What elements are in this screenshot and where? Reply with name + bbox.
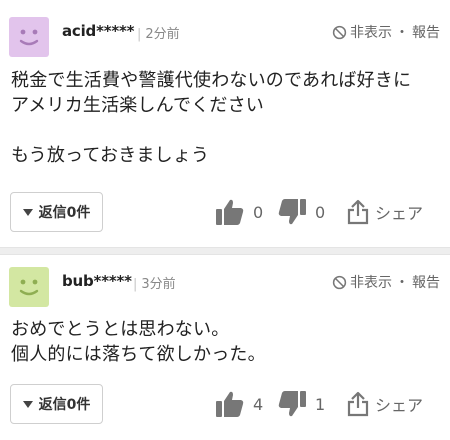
dislike-count: 0 [315,202,326,222]
post-time: | 2分前 [137,23,180,42]
share-icon [347,199,369,225]
share-button[interactable]: シェア [347,199,423,225]
post-time-label: 2分前 [145,27,180,42]
username[interactable]: acid***** [62,22,135,40]
caret-down-icon [22,208,33,216]
avatar[interactable] [9,17,49,57]
separator: ・ [395,25,409,41]
share-label: シェア [375,396,424,415]
reply-toggle-button[interactable]: 返信 0件 [10,384,103,424]
hide-link[interactable]: 非表示 [350,22,392,42]
like-count: 4 [253,394,264,414]
reaction-bar: 0 0 シェア [215,192,443,232]
reply-count: 0件 [66,205,91,221]
comment-body: おめでとうとは思わない。 個人的には落ちて欲しかった。 [11,319,266,365]
like-button[interactable]: 0 [215,198,277,226]
comment-meta-actions: 非表示 ・ 報告 [332,272,440,292]
smile-avatar-icon [19,29,39,46]
comment-card: acid***** | 2分前 非表示 ・ 報告 税金で生活費や警護代使わないので… [0,0,450,247]
dislike-count: 1 [315,394,326,414]
divider: | [137,27,142,42]
report-link[interactable]: 報告 [412,22,440,42]
share-icon [347,391,369,417]
comment-body: 税金で生活費や警護代使わないのであれば好きに アメリカ生活楽しんでください もう… [11,70,412,166]
avatar[interactable] [9,267,49,307]
thumbs-up-icon [216,391,244,417]
thumbs-down-icon [278,391,306,417]
reply-label: 返信 [38,205,67,221]
share-label: シェア [375,204,424,223]
comment-card: bub***** | 3分前 非表示 ・ 報告 おめでとうとは思わない。 個人的に… [0,255,450,440]
separator: ・ [395,275,409,291]
comment-divider [0,247,450,255]
thumbs-up-icon [216,199,244,225]
reaction-bar: 4 1 シェア [215,384,443,424]
report-link[interactable]: 報告 [412,272,440,292]
hide-link[interactable]: 非表示 [350,272,392,292]
caret-down-icon [22,400,33,408]
hide-icon[interactable] [332,275,347,290]
smile-avatar-icon [19,279,39,296]
like-count: 0 [253,202,264,222]
divider: | [133,277,138,292]
comment-meta-actions: 非表示 ・ 報告 [332,22,440,42]
hide-icon[interactable] [332,25,347,40]
dislike-button[interactable]: 1 [277,390,347,418]
username[interactable]: bub***** [62,272,132,290]
reply-toggle-button[interactable]: 返信 0件 [10,192,103,232]
share-button[interactable]: シェア [347,391,423,417]
reply-count: 0件 [66,397,91,413]
dislike-button[interactable]: 0 [277,198,347,226]
thumbs-down-icon [278,199,306,225]
post-time-label: 3分前 [141,277,176,292]
reply-label: 返信 [38,397,67,413]
post-time: | 3分前 [133,273,176,292]
like-button[interactable]: 4 [215,390,277,418]
